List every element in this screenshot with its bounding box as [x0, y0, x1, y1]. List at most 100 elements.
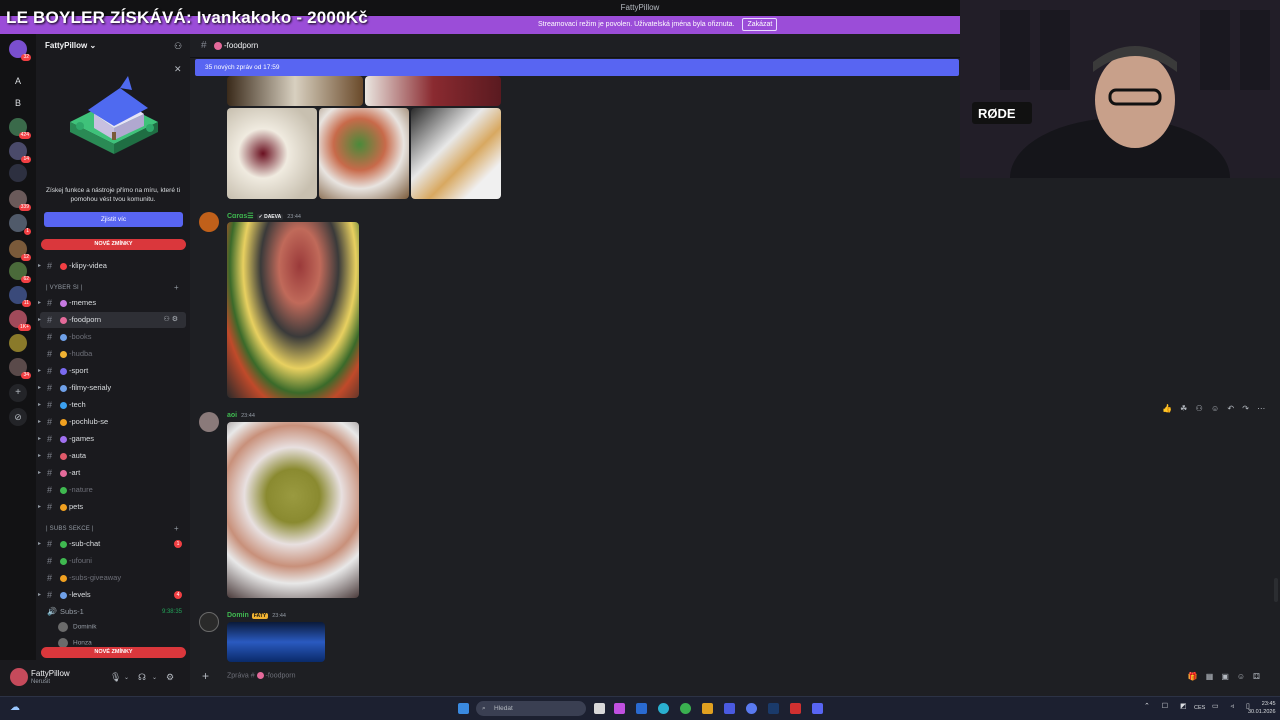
food-image[interactable]: [411, 108, 501, 199]
server-icon[interactable]: 1: [9, 214, 31, 235]
channel-books[interactable]: # -books: [36, 329, 190, 345]
user-avatar[interactable]: [10, 668, 28, 686]
channel-emoji-icon: [60, 263, 67, 270]
server-icon[interactable]: 34: [9, 358, 31, 379]
app-icon[interactable]: [746, 703, 757, 714]
chrome-icon[interactable]: [680, 703, 691, 714]
add-server-icon[interactable]: +: [9, 384, 27, 402]
channel-filmy-serialy[interactable]: ▸ # -filmy-serialy: [36, 380, 190, 396]
channel-subs-giveaway[interactable]: # -subs-giveaway: [36, 570, 190, 586]
app-icon[interactable]: [724, 703, 735, 714]
avatar[interactable]: [199, 612, 219, 632]
input-placeholder: Zpráva #: [227, 672, 255, 680]
task-view-icon[interactable]: [594, 703, 605, 714]
discover-icon[interactable]: ⊘: [9, 408, 27, 426]
app-icon[interactable]: [636, 703, 647, 714]
food-image[interactable]: [227, 422, 359, 598]
language-indicator[interactable]: CES: [1194, 705, 1205, 711]
channel-emoji-icon: [256, 672, 264, 679]
channel-emoji-icon: [60, 470, 67, 477]
input-toolbar-icons[interactable]: 🎁▦▣☺⚃: [1188, 672, 1268, 681]
server-icon[interactable]: 12: [9, 240, 31, 261]
streamer-webcam-image: RØDE: [960, 0, 1280, 178]
edge-icon[interactable]: [658, 703, 669, 714]
server-icon[interactable]: 11: [9, 286, 31, 307]
avatar[interactable]: [199, 412, 219, 432]
channel-foodporn[interactable]: ▸ # -foodporn ⚇ ⚙: [38, 312, 186, 328]
message-author[interactable]: Cɑrɑs☰ ✓ DAEVA 23:44: [227, 212, 301, 220]
channel-settings-icons[interactable]: ⚇ ⚙: [164, 312, 179, 328]
channel-tech[interactable]: ▸ # -tech: [36, 397, 190, 413]
food-image[interactable]: [227, 108, 317, 199]
stream-overlay-title: LE BOYLER ZÍSKÁVÁ: Ivankakoko - 2000Kč: [6, 8, 368, 27]
server-icon[interactable]: 424: [9, 118, 31, 139]
server-icon[interactable]: 339: [9, 190, 31, 211]
new-mentions-pill-top[interactable]: NOVÉ ZMÍNKY: [41, 239, 186, 250]
message-author[interactable]: aoi 23:44: [227, 412, 255, 419]
avatar[interactable]: [199, 212, 219, 232]
new-mentions-pill-bottom[interactable]: NOVÉ ZMÍNKY: [41, 647, 186, 658]
server-name-button[interactable]: FattyPillow ⌄: [45, 41, 96, 50]
message-input[interactable]: + Zpráva # -foodporn 🎁▦▣☺⚃: [190, 664, 1280, 690]
food-image[interactable]: [227, 76, 363, 106]
system-tray[interactable]: ⌃ ☐ ◩: [1144, 702, 1192, 710]
app-icon[interactable]: [614, 703, 625, 714]
channel-sub-chat[interactable]: ▸ # -sub-chat 1: [36, 536, 190, 552]
channel-memes[interactable]: ▸ # -memes: [36, 295, 190, 311]
channel-nature[interactable]: # -nature: [36, 482, 190, 498]
channel-ufouni[interactable]: # -ufouni: [36, 553, 190, 569]
channel-klipy-videa[interactable]: ▸ # -klipy-videa: [36, 258, 190, 274]
channel-sport[interactable]: ▸ # -sport: [36, 363, 190, 379]
image-attachment[interactable]: [227, 622, 325, 662]
server-icon[interactable]: 62: [9, 262, 31, 283]
chevron-down-icon[interactable]: ⌄: [124, 674, 129, 681]
steam-icon[interactable]: [768, 703, 779, 714]
channel-pochlub-se[interactable]: ▸ # -pochlub-se: [36, 414, 190, 430]
channel-levels[interactable]: ▸ # -levels 4: [36, 587, 190, 603]
attach-plus-icon[interactable]: +: [202, 669, 209, 683]
start-icon[interactable]: [458, 703, 469, 714]
channel-hudba[interactable]: # -hudba: [36, 346, 190, 362]
food-image[interactable]: [227, 222, 359, 398]
message-actions-bar[interactable]: 👍 ☘ ⚇ ☺ ↶ ↷ ⋯: [1162, 404, 1268, 413]
username[interactable]: FattyPillow: [31, 669, 70, 678]
input-channel: -foodporn: [265, 672, 296, 680]
new-messages-bar[interactable]: 35 nových zpráv od 17:59: [195, 59, 959, 76]
server-icon[interactable]: 32: [9, 40, 31, 61]
category-vyber-si[interactable]: | VYBER SI |: [46, 285, 83, 291]
chevron-down-icon[interactable]: ⌄: [152, 674, 157, 681]
server-icon[interactable]: 14: [9, 142, 31, 163]
food-image[interactable]: [365, 76, 501, 106]
server-icon[interactable]: [9, 334, 27, 352]
channel-auta[interactable]: ▸ # -auta: [36, 448, 190, 464]
message-author[interactable]: Domin FATY 23:44: [227, 612, 286, 619]
voice-channel-subs-1[interactable]: 🔊 Subs-1 9:38:35: [36, 604, 190, 620]
channel-pets[interactable]: ▸ # pets: [36, 499, 190, 515]
channel-emoji-icon: [60, 436, 67, 443]
chat-scrollbar[interactable]: [1274, 578, 1278, 602]
invite-people-icon[interactable]: ⚇: [174, 41, 182, 52]
taskbar-search[interactable]: ⌕ Hledat: [476, 701, 586, 716]
create-channel-icon[interactable]: +: [174, 524, 179, 533]
app-icon[interactable]: [702, 703, 713, 714]
discord-icon[interactable]: [812, 703, 823, 714]
disable-streamer-mode-button[interactable]: Zakázat: [742, 18, 778, 31]
food-image[interactable]: [319, 108, 409, 199]
gear-icon[interactable]: ⚙: [166, 672, 174, 683]
taskbar-clock[interactable]: 23:45 30.01.2026: [1248, 700, 1276, 716]
voice-user[interactable]: Dominik: [58, 622, 96, 632]
app-icon[interactable]: [790, 703, 801, 714]
learn-more-button[interactable]: Zjistit víc: [44, 212, 183, 227]
channel-art[interactable]: ▸ # -art: [36, 465, 190, 481]
channel-games[interactable]: ▸ # -games: [36, 431, 190, 447]
server-icon-a[interactable]: A: [9, 74, 27, 88]
microphone-icon[interactable]: 🎙: [110, 672, 121, 683]
headphones-icon[interactable]: ☊: [138, 672, 146, 683]
weather-icon[interactable]: ☁: [10, 702, 20, 713]
category-subs-sekce[interactable]: | SUBS SEKCE |: [46, 526, 94, 532]
server-icon[interactable]: 1K+: [9, 310, 31, 331]
create-channel-icon[interactable]: +: [174, 283, 179, 292]
server-icon-b[interactable]: B: [9, 96, 27, 110]
server-icon[interactable]: [9, 164, 27, 182]
close-icon[interactable]: ✕: [174, 64, 182, 75]
